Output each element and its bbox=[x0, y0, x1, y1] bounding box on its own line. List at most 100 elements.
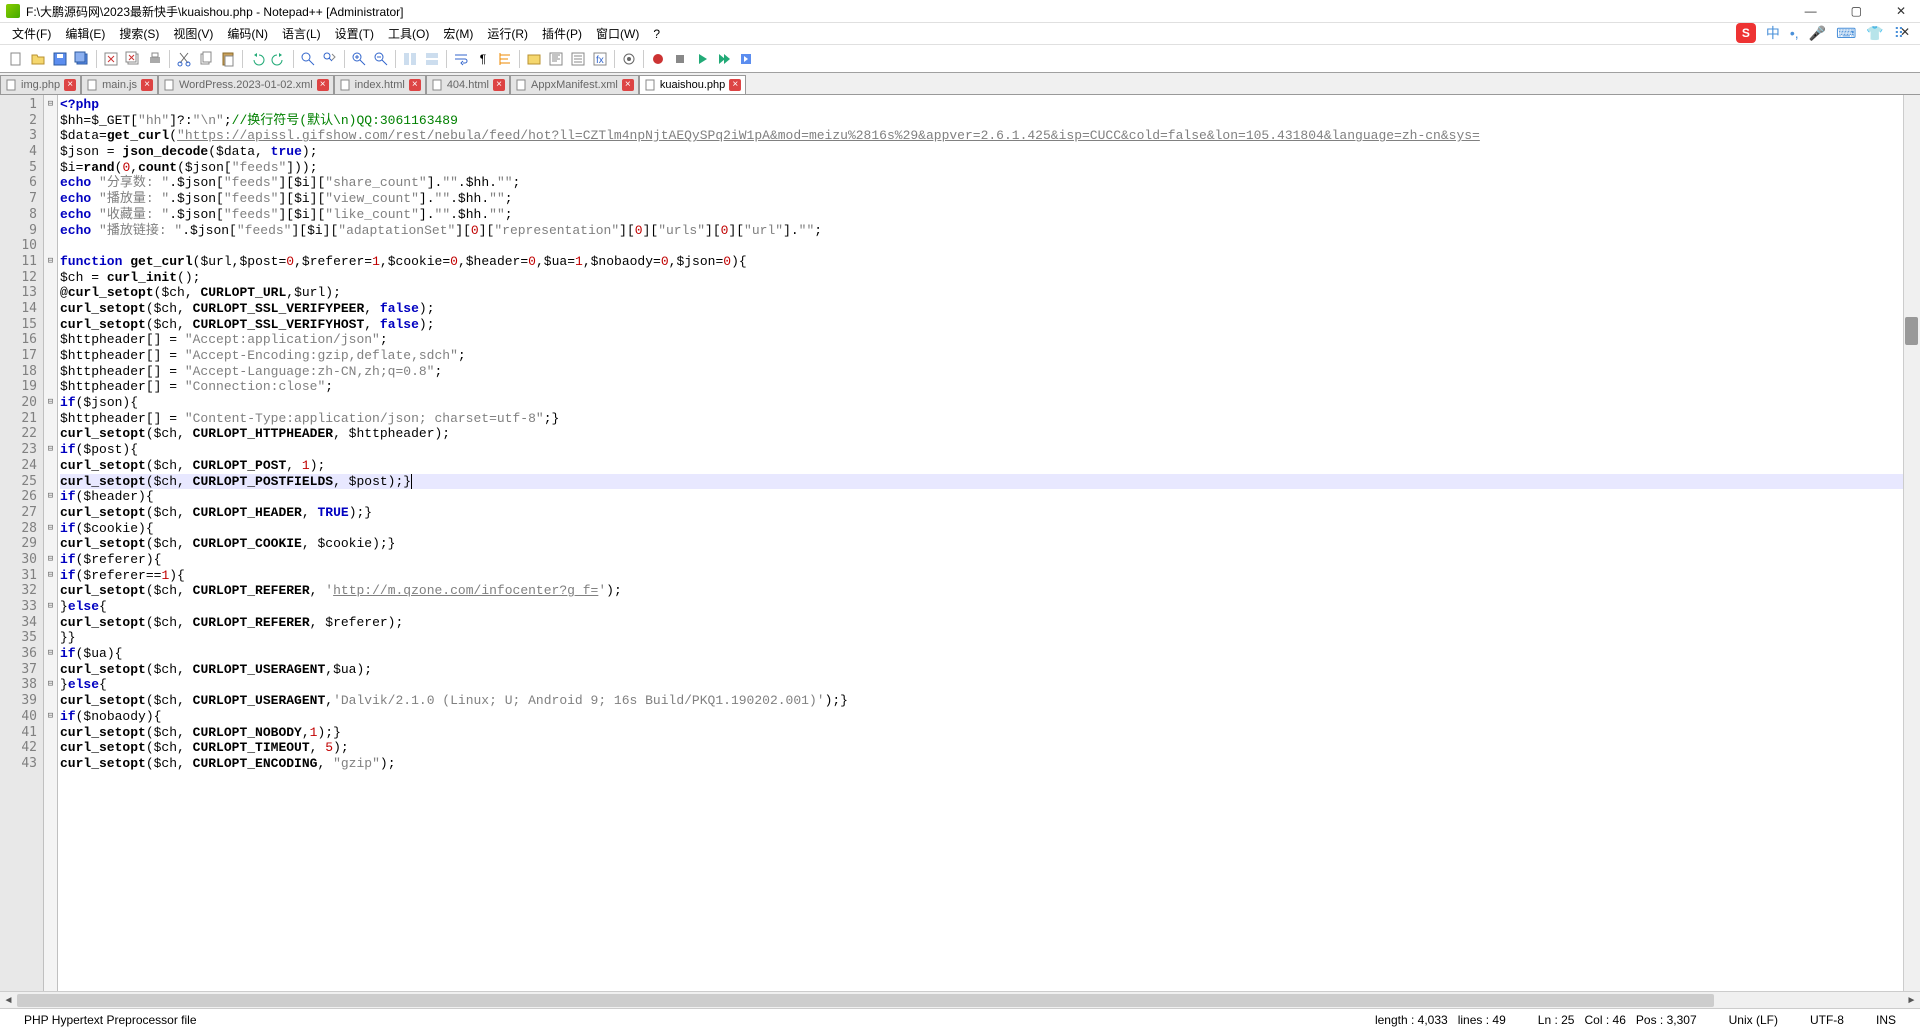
tab-kuaishou-php[interactable]: kuaishou.php × bbox=[639, 75, 746, 94]
ime-mic-icon[interactable]: 🎤 bbox=[1809, 25, 1826, 42]
tab-close-icon[interactable]: × bbox=[317, 79, 329, 91]
monitor-button[interactable] bbox=[619, 49, 639, 69]
tab-close-icon[interactable]: × bbox=[493, 79, 505, 91]
redo-button[interactable] bbox=[269, 49, 289, 69]
replace-button[interactable] bbox=[320, 49, 340, 69]
tab-404-html[interactable]: 404.html × bbox=[426, 75, 510, 94]
app-icon bbox=[6, 4, 20, 18]
ime-logo-icon[interactable]: S bbox=[1736, 23, 1756, 43]
menu-2[interactable]: 搜索(S) bbox=[113, 23, 165, 44]
tab-close-icon[interactable]: × bbox=[622, 79, 634, 91]
open-file-button[interactable] bbox=[28, 49, 48, 69]
ime-keyboard-icon[interactable]: ⌨ bbox=[1836, 25, 1856, 42]
tab-label: img.php bbox=[21, 79, 60, 91]
menu-8[interactable]: 宏(M) bbox=[437, 23, 479, 44]
find-button[interactable] bbox=[298, 49, 318, 69]
tab-bar: img.php×main.js×WordPress.2023-01-02.xml… bbox=[0, 73, 1920, 95]
menu-7[interactable]: 工具(O) bbox=[382, 23, 435, 44]
file-icon bbox=[5, 79, 17, 91]
fold-gutter[interactable]: ⊟⊟⊟⊟⊟⊟⊟⊟⊟⊟⊟⊟ bbox=[44, 95, 58, 991]
menu-4[interactable]: 编码(N) bbox=[221, 23, 274, 44]
function-list-button[interactable]: fx bbox=[590, 49, 610, 69]
ime-tray: S 中 •, 🎤 ⌨ 👕 ⠿ bbox=[1736, 23, 1904, 43]
doc-list-button[interactable] bbox=[568, 49, 588, 69]
status-ins[interactable]: INS bbox=[1860, 1013, 1912, 1027]
file-icon bbox=[431, 79, 443, 91]
tab-WordPress-2023-01-02-xml[interactable]: WordPress.2023-01-02.xml × bbox=[158, 75, 334, 94]
maximize-button[interactable]: ▢ bbox=[1843, 2, 1870, 20]
cut-button[interactable] bbox=[174, 49, 194, 69]
sync-h-button[interactable] bbox=[422, 49, 442, 69]
print-button[interactable] bbox=[145, 49, 165, 69]
ime-lang-icon[interactable]: 中 bbox=[1766, 23, 1780, 43]
tab-label: kuaishou.php bbox=[660, 79, 725, 91]
wordwrap-button[interactable] bbox=[451, 49, 471, 69]
tab-label: main.js bbox=[102, 79, 137, 91]
sync-v-button[interactable] bbox=[400, 49, 420, 69]
menu-11[interactable]: 窗口(W) bbox=[590, 23, 645, 44]
editor-area[interactable]: 1234567891011121314151617181920212223242… bbox=[0, 95, 1920, 991]
close-button[interactable]: ✕ bbox=[1888, 2, 1914, 20]
ime-skin-icon[interactable]: 👕 bbox=[1866, 25, 1883, 42]
line-number-gutter: 1234567891011121314151617181920212223242… bbox=[0, 95, 44, 991]
tab-close-icon[interactable]: × bbox=[409, 79, 421, 91]
paste-button[interactable] bbox=[218, 49, 238, 69]
tab-close-icon[interactable]: × bbox=[141, 79, 153, 91]
zoom-out-button[interactable] bbox=[371, 49, 391, 69]
code-editor[interactable]: <?php$hh=$_GET["hh"]?:"\n";//换行符号(默认\n)Q… bbox=[58, 95, 1920, 991]
horizontal-scrollbar[interactable]: ◄ ► bbox=[0, 991, 1920, 1008]
tab-label: WordPress.2023-01-02.xml bbox=[179, 79, 313, 91]
svg-text:fx: fx bbox=[596, 55, 604, 66]
tab-label: index.html bbox=[355, 79, 405, 91]
ime-punct-icon[interactable]: •, bbox=[1790, 25, 1799, 41]
window-title: F:\大鹏源码网\2023最新快手\kuaishou.php - Notepad… bbox=[26, 3, 1797, 20]
save-button[interactable] bbox=[50, 49, 70, 69]
zoom-in-button[interactable] bbox=[349, 49, 369, 69]
status-eol[interactable]: Unix (LF) bbox=[1713, 1013, 1794, 1027]
status-length: length : 4,033 lines : 49 bbox=[1359, 1013, 1522, 1027]
file-icon bbox=[644, 79, 656, 91]
status-bar: PHP Hypertext Preprocessor file length :… bbox=[0, 1008, 1920, 1030]
title-bar: F:\大鹏源码网\2023最新快手\kuaishou.php - Notepad… bbox=[0, 0, 1920, 23]
tab-index-html[interactable]: index.html × bbox=[334, 75, 426, 94]
folder-as-workspace-button[interactable] bbox=[524, 49, 544, 69]
macro-stop-button[interactable] bbox=[670, 49, 690, 69]
indent-guide-button[interactable] bbox=[495, 49, 515, 69]
minimize-button[interactable]: — bbox=[1797, 2, 1825, 20]
scroll-left-icon[interactable]: ◄ bbox=[0, 993, 17, 1008]
file-icon bbox=[339, 79, 351, 91]
tab-main-js[interactable]: main.js × bbox=[81, 75, 158, 94]
close-file-button[interactable] bbox=[101, 49, 121, 69]
tab-label: AppxManifest.xml bbox=[531, 79, 618, 91]
macro-play-button[interactable] bbox=[692, 49, 712, 69]
save-all-button[interactable] bbox=[72, 49, 92, 69]
tab-close-icon[interactable]: × bbox=[64, 79, 76, 91]
tab-AppxManifest-xml[interactable]: AppxManifest.xml × bbox=[510, 75, 639, 94]
copy-button[interactable] bbox=[196, 49, 216, 69]
menu-0[interactable]: 文件(F) bbox=[6, 23, 57, 44]
close-all-button[interactable] bbox=[123, 49, 143, 69]
menu-1[interactable]: 编辑(E) bbox=[59, 23, 111, 44]
vertical-scrollbar[interactable] bbox=[1903, 95, 1920, 991]
new-file-button[interactable] bbox=[6, 49, 26, 69]
status-encoding[interactable]: UTF-8 bbox=[1794, 1013, 1860, 1027]
file-icon bbox=[163, 79, 175, 91]
undo-button[interactable] bbox=[247, 49, 267, 69]
tab-label: 404.html bbox=[447, 79, 489, 91]
tab-close-icon[interactable]: × bbox=[729, 79, 741, 91]
scroll-right-icon[interactable]: ► bbox=[1903, 993, 1920, 1008]
show-all-chars-button[interactable]: ¶ bbox=[473, 49, 493, 69]
menu-6[interactable]: 设置(T) bbox=[329, 23, 380, 44]
menu-9[interactable]: 运行(R) bbox=[481, 23, 534, 44]
menu-10[interactable]: 插件(P) bbox=[536, 23, 588, 44]
doc-map-button[interactable] bbox=[546, 49, 566, 69]
tab-img-php[interactable]: img.php × bbox=[0, 75, 81, 94]
menu-12[interactable]: ? bbox=[647, 25, 666, 43]
menu-5[interactable]: 语言(L) bbox=[276, 23, 327, 44]
macro-record-button[interactable] bbox=[648, 49, 668, 69]
menu-3[interactable]: 视图(V) bbox=[167, 23, 219, 44]
doc-close-button[interactable]: ✕ bbox=[1894, 23, 1916, 41]
macro-save-button[interactable] bbox=[736, 49, 756, 69]
macro-play-multi-button[interactable] bbox=[714, 49, 734, 69]
menu-bar: 文件(F)编辑(E)搜索(S)视图(V)编码(N)语言(L)设置(T)工具(O)… bbox=[0, 23, 1920, 45]
